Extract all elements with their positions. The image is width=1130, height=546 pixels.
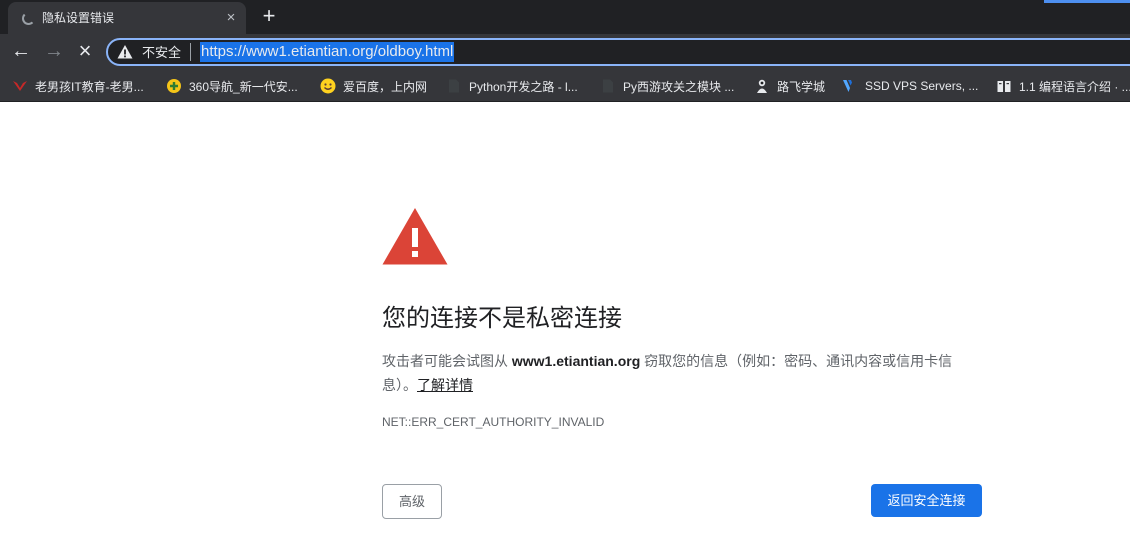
- bookmark-label: Python开发之路 - l...: [469, 79, 578, 94]
- bookmark-item[interactable]: 老男孩IT教育-老男...: [12, 76, 144, 96]
- loading-spinner-icon: [22, 12, 35, 25]
- tabstrip-accent: [1044, 0, 1130, 3]
- bookmark-item[interactable]: SSD VPS Servers, ...: [842, 76, 978, 96]
- bookmark-label: 360导航_新一代安...: [189, 79, 298, 94]
- tab-active[interactable]: 隐私设置错误 ×: [8, 2, 246, 34]
- not-secure-warning-icon[interactable]: [117, 44, 133, 60]
- 360-logo-icon: [166, 78, 182, 94]
- back-button[interactable]: ←: [7, 37, 35, 65]
- page-title: 您的连接不是私密连接: [382, 305, 622, 332]
- tab-title: 隐私设置错误: [42, 11, 115, 25]
- bookmark-label: SSD VPS Servers, ...: [865, 79, 979, 93]
- forward-button[interactable]: →: [40, 37, 68, 65]
- blank-page-icon: [446, 78, 462, 94]
- bookmark-label: 1.1 编程语言介绍 · ...: [1019, 79, 1130, 94]
- bookmarks-bar: 老男孩IT教育-老男... 360导航_新一代安... 爱百度，上内网 Pyth…: [0, 70, 1130, 102]
- book-icon: [996, 78, 1012, 94]
- luffy-logo-icon: [754, 78, 770, 94]
- stop-loading-button[interactable]: ×: [71, 37, 99, 65]
- toolbar: ← → × 不安全 https://www1.etiantian.org/old…: [0, 34, 1130, 70]
- smiley-icon: [320, 78, 336, 94]
- error-description: 攻击者可能会试图从 www1.etiantian.org 窃取您的信息（例如：密…: [382, 349, 982, 397]
- host-name: www1.etiantian.org: [511, 353, 641, 369]
- bookmark-item[interactable]: 爱百度，上内网: [320, 76, 427, 96]
- bookmark-label: 路飞学城: [777, 79, 826, 94]
- back-to-safety-button[interactable]: 返回安全连接: [871, 484, 982, 517]
- bookmark-item[interactable]: 1.1 编程语言介绍 · ...: [996, 76, 1130, 96]
- privacy-error-page: 您的连接不是私密连接 攻击者可能会试图从 www1.etiantian.org …: [0, 103, 1130, 546]
- description-text-before: 攻击者可能会试图从: [382, 353, 512, 369]
- bookmark-label: 爱百度，上内网: [343, 79, 428, 94]
- security-status-label[interactable]: 不安全: [142, 45, 181, 60]
- advanced-button[interactable]: 高级: [382, 484, 442, 519]
- vultr-logo-icon: [842, 78, 858, 94]
- error-code[interactable]: NET::ERR_CERT_AUTHORITY_INVALID: [382, 414, 604, 430]
- oldboy-logo-icon: [12, 78, 28, 94]
- blank-page-icon: [600, 78, 616, 94]
- warning-triangle-icon: [382, 208, 448, 265]
- url-text[interactable]: https://www1.etiantian.org/oldboy.html: [200, 42, 455, 62]
- tab-strip: 隐私设置错误 × +: [0, 0, 1130, 34]
- bookmark-item[interactable]: Python开发之路 - l...: [446, 76, 578, 96]
- omnibox-separator: [190, 43, 191, 61]
- bookmark-label: 老男孩IT教育-老男...: [35, 79, 144, 94]
- bookmark-item[interactable]: 360导航_新一代安...: [166, 76, 298, 96]
- learn-more-link[interactable]: 了解详情: [417, 377, 473, 393]
- address-bar[interactable]: 不安全 https://www1.etiantian.org/oldboy.ht…: [106, 38, 1130, 66]
- new-tab-button[interactable]: +: [258, 5, 280, 27]
- bookmark-label: Py西游攻关之模块 ...: [623, 79, 735, 94]
- bookmark-item[interactable]: 路飞学城: [754, 76, 825, 96]
- tab-close-icon[interactable]: ×: [222, 9, 240, 27]
- bookmark-item[interactable]: Py西游攻关之模块 ...: [600, 76, 734, 96]
